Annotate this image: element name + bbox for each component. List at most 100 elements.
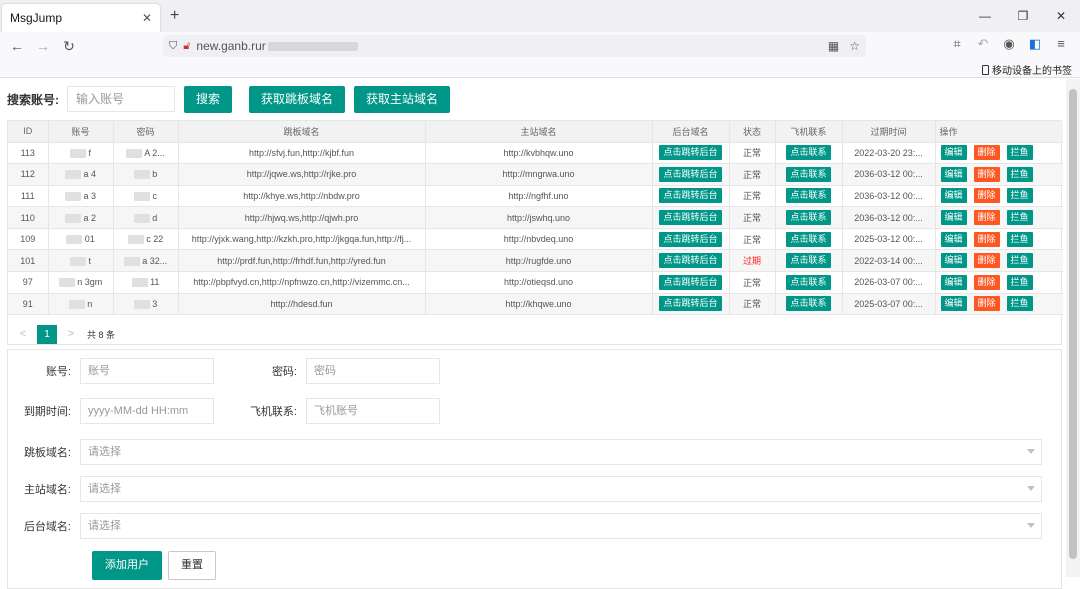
expire-label: 到期时间: bbox=[23, 406, 71, 418]
expire-row: 到期时间: yyyy-MM-dd HH:mm bbox=[8, 398, 214, 424]
block-button[interactable]: 拦鱼 bbox=[1006, 296, 1033, 312]
menu-icon[interactable]: ≡ bbox=[1050, 36, 1072, 52]
backend-domain-row: 后台域名: 请选择 bbox=[8, 513, 1042, 539]
page-scrollbar[interactable] bbox=[1066, 79, 1080, 577]
reset-button[interactable]: 重置 bbox=[168, 551, 216, 580]
restore-icon[interactable]: ❐ bbox=[1004, 0, 1042, 32]
delete-button[interactable]: 删除 bbox=[973, 166, 1000, 182]
backend-domain-placeholder: 请选择 bbox=[88, 520, 121, 532]
next-page-button[interactable]: > bbox=[61, 328, 81, 340]
prev-page-button[interactable]: < bbox=[13, 328, 33, 340]
delete-button[interactable]: 删除 bbox=[973, 274, 1000, 290]
edit-button[interactable]: 编辑 bbox=[940, 188, 967, 204]
reload-icon[interactable]: ↻ bbox=[56, 38, 82, 55]
edit-button[interactable]: 编辑 bbox=[940, 166, 967, 182]
insecure-lock-icon[interactable]: 🔓︎ bbox=[183, 40, 190, 53]
account-row: 账号: 账号 bbox=[8, 358, 214, 384]
goto-backend-button[interactable]: 点击跳转后台 bbox=[659, 145, 722, 161]
undo-icon[interactable]: ↶ bbox=[972, 36, 994, 52]
url-text[interactable]: new.ganb.rur bbox=[196, 39, 265, 53]
scrollbar-thumb[interactable] bbox=[1069, 89, 1077, 559]
contact-button[interactable]: 点击联系 bbox=[786, 296, 831, 312]
delete-button[interactable]: 删除 bbox=[973, 210, 1000, 226]
cell-actions: 编辑 删除 拦鱼 bbox=[935, 163, 1063, 186]
edit-button[interactable]: 编辑 bbox=[940, 231, 967, 247]
total-count: 共 8 条 bbox=[87, 329, 116, 340]
edit-button[interactable]: 编辑 bbox=[940, 145, 967, 161]
goto-backend-button[interactable]: 点击跳转后台 bbox=[659, 253, 722, 269]
forward-icon[interactable]: → bbox=[30, 38, 56, 54]
block-button[interactable]: 拦鱼 bbox=[1006, 166, 1033, 182]
cell-backend: 点击跳转后台 bbox=[652, 249, 730, 273]
goto-backend-button[interactable]: 点击跳转后台 bbox=[659, 210, 722, 226]
edit-button[interactable]: 编辑 bbox=[940, 274, 967, 290]
password-input[interactable]: 密码 bbox=[306, 358, 440, 384]
browser-tab[interactable]: MsgJump ✕ bbox=[2, 4, 160, 32]
edit-button[interactable]: 编辑 bbox=[940, 253, 967, 269]
contact-button[interactable]: 点击联系 bbox=[786, 188, 831, 204]
block-button[interactable]: 拦鱼 bbox=[1006, 274, 1033, 290]
page-1-button[interactable]: 1 bbox=[37, 324, 57, 344]
expire-date-input[interactable]: yyyy-MM-dd HH:mm bbox=[80, 398, 214, 424]
edit-button[interactable]: 编辑 bbox=[940, 296, 967, 312]
cell-account: t bbox=[48, 249, 114, 273]
contact-button[interactable]: 点击联系 bbox=[786, 231, 831, 247]
get-jump-domain-button[interactable]: 获取跳板域名 bbox=[249, 85, 346, 113]
column-header: 后台域名 bbox=[652, 121, 730, 143]
backend-domain-select[interactable]: 请选择 bbox=[80, 513, 1042, 539]
add-user-button[interactable]: 添加用户 bbox=[92, 551, 162, 580]
close-tab-icon[interactable]: ✕ bbox=[142, 11, 152, 25]
mobile-bookmarks[interactable]: 移动设备上的书签 bbox=[982, 62, 1072, 77]
back-icon[interactable]: ← bbox=[4, 38, 30, 54]
users-table: ID 账号 密码 跳板域名 主站域名 后台域名 状态 飞机联系 过期时间 操作 … bbox=[7, 120, 1063, 345]
main-domain-select[interactable]: 请选择 bbox=[80, 476, 1042, 502]
shield-icon[interactable]: ⛉ bbox=[169, 40, 177, 53]
get-main-domain-button[interactable]: 获取主站域名 bbox=[354, 85, 451, 113]
contact-button[interactable]: 点击联系 bbox=[786, 145, 831, 161]
bookmark-star-icon[interactable]: ☆ bbox=[849, 39, 860, 53]
goto-backend-button[interactable]: 点击跳转后台 bbox=[659, 274, 722, 290]
delete-button[interactable]: 删除 bbox=[973, 296, 1000, 312]
password-text: c 22 bbox=[146, 234, 164, 245]
delete-button[interactable]: 删除 bbox=[973, 253, 1000, 269]
goto-backend-button[interactable]: 点击跳转后台 bbox=[659, 188, 722, 204]
contact-input[interactable]: 飞机账号 bbox=[306, 398, 440, 424]
search-button[interactable]: 搜索 bbox=[184, 85, 233, 113]
block-button[interactable]: 拦鱼 bbox=[1006, 188, 1033, 204]
account-text: n 3gm bbox=[77, 277, 103, 288]
block-button[interactable]: 拦鱼 bbox=[1006, 145, 1033, 161]
cell-actions: 编辑 删除 拦鱼 bbox=[935, 142, 1063, 165]
crop-icon[interactable]: ⌗ bbox=[946, 36, 968, 52]
jump-domain-select[interactable]: 请选择 bbox=[80, 439, 1042, 465]
extension-circle-icon[interactable]: ◉ bbox=[998, 36, 1020, 52]
contact-button[interactable]: 点击联系 bbox=[786, 210, 831, 226]
delete-button[interactable]: 删除 bbox=[973, 145, 1000, 161]
delete-button[interactable]: 删除 bbox=[973, 231, 1000, 247]
contact-button[interactable]: 点击联系 bbox=[786, 274, 831, 290]
contact-button[interactable]: 点击联系 bbox=[786, 166, 831, 182]
account-text: a 2 bbox=[83, 212, 97, 223]
main-domain-placeholder: 请选择 bbox=[88, 483, 121, 495]
new-tab-button[interactable]: + bbox=[170, 7, 179, 25]
block-button[interactable]: 拦鱼 bbox=[1006, 210, 1033, 226]
cell-main-domain: http://nbvdeq.uno bbox=[425, 228, 653, 251]
search-account-input[interactable]: 输入账号 bbox=[67, 86, 175, 112]
edit-button[interactable]: 编辑 bbox=[940, 210, 967, 226]
block-button[interactable]: 拦鱼 bbox=[1006, 231, 1033, 247]
delete-button[interactable]: 删除 bbox=[973, 188, 1000, 204]
close-window-icon[interactable]: ✕ bbox=[1042, 0, 1080, 32]
chevron-down-icon bbox=[1027, 486, 1035, 491]
cell-expire: 2025-03-07 00:... bbox=[842, 293, 936, 316]
goto-backend-button[interactable]: 点击跳转后台 bbox=[659, 296, 722, 312]
qr-code-icon[interactable]: ▦ bbox=[828, 39, 839, 53]
account-input[interactable]: 账号 bbox=[80, 358, 214, 384]
goto-backend-button[interactable]: 点击跳转后台 bbox=[659, 166, 722, 182]
block-button[interactable]: 拦鱼 bbox=[1006, 253, 1033, 269]
cell-password: b bbox=[113, 163, 179, 186]
extension-square-icon[interactable]: ◧ bbox=[1024, 36, 1046, 52]
goto-backend-button[interactable]: 点击跳转后台 bbox=[659, 231, 722, 247]
url-bar[interactable]: ⛉ 🔓︎ new.ganb.rur ▦ ☆ bbox=[163, 35, 866, 57]
contact-button[interactable]: 点击联系 bbox=[786, 253, 831, 269]
minimize-icon[interactable]: — bbox=[966, 0, 1004, 32]
cell-password: 3 bbox=[113, 293, 179, 316]
